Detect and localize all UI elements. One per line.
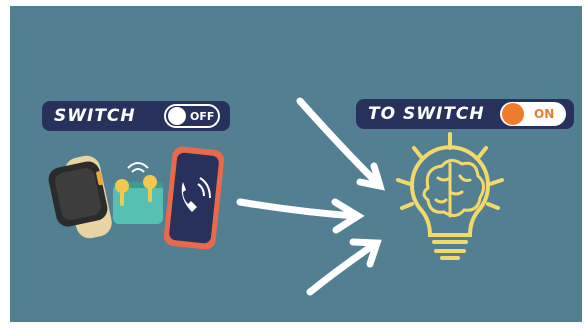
earbuds-icon — [113, 162, 163, 224]
to-switch-label-text: TO SWITCH — [368, 104, 485, 124]
phone-icon — [163, 146, 225, 250]
illustration-canvas: SWITCH OFF TO SWITCH ON — [10, 6, 582, 322]
toggle-knob — [502, 103, 524, 125]
smartwatch-icon — [48, 155, 112, 239]
illustration-art — [48, 97, 504, 296]
switch-on-label: TO SWITCH ON — [356, 99, 574, 129]
toggle-knob — [168, 107, 186, 125]
arrow-icon — [236, 97, 386, 296]
off-toggle: OFF — [164, 104, 220, 128]
switch-label-text: SWITCH — [54, 106, 136, 126]
toggle-state-on: ON — [534, 107, 555, 121]
toggle-state-off: OFF — [190, 109, 215, 123]
switch-off-label: SWITCH OFF — [42, 101, 230, 131]
on-toggle: ON — [500, 102, 566, 126]
brain-icon — [422, 159, 485, 218]
